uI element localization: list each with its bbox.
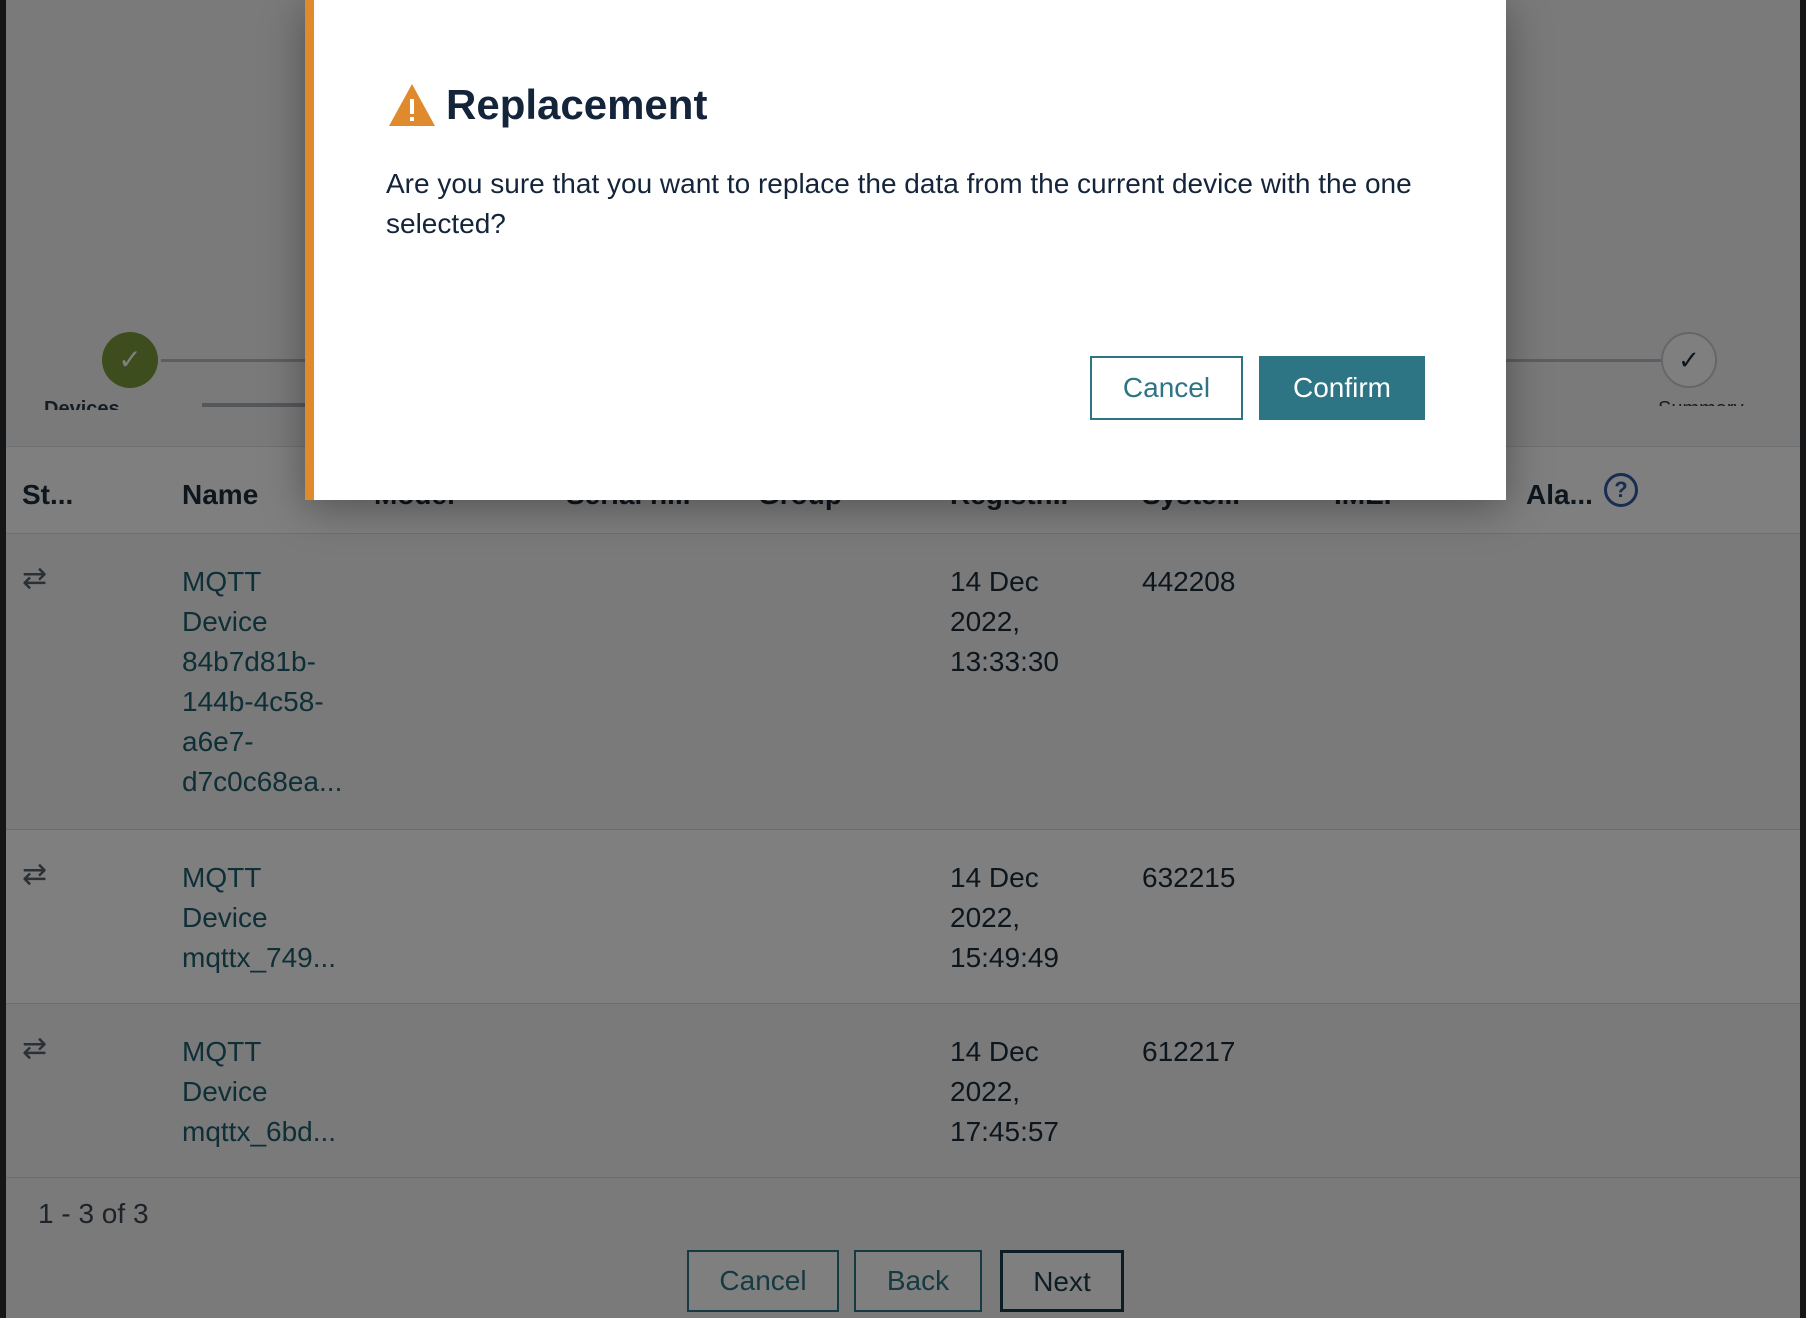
warning-accent-bar xyxy=(305,0,314,500)
dialog-confirm-button[interactable]: Confirm xyxy=(1259,356,1425,420)
replacement-dialog: Replacement Are you sure that you want t… xyxy=(305,0,1506,500)
dialog-message: Are you sure that you want to replace th… xyxy=(386,168,1412,239)
dialog-cancel-button[interactable]: Cancel xyxy=(1090,356,1243,420)
dialog-title: Replacement xyxy=(446,81,708,128)
warning-triangle-icon xyxy=(389,84,435,126)
